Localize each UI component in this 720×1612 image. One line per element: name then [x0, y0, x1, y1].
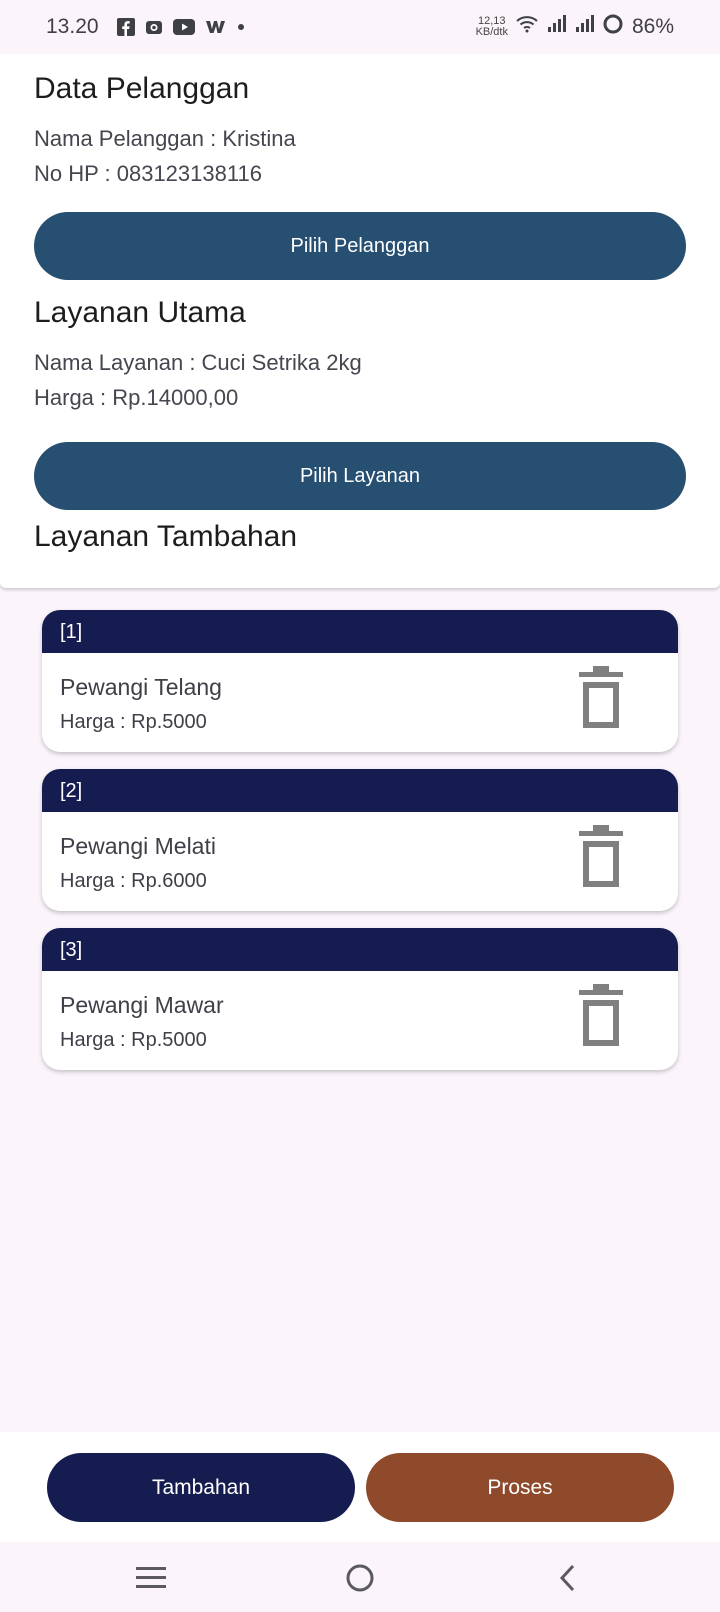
choose-service-button[interactable]: Pilih Layanan — [34, 442, 686, 510]
process-button[interactable]: Proses — [366, 1453, 674, 1522]
delete-icon[interactable] — [577, 825, 625, 889]
system-nav-bar — [0, 1542, 720, 1612]
extra-service-index: [2] — [42, 769, 678, 812]
delete-icon[interactable] — [577, 666, 625, 730]
photos-icon — [145, 18, 163, 36]
facebook-icon — [116, 18, 135, 36]
status-time: 13.20 — [46, 15, 99, 38]
extra-service-name: Pewangi Melati — [60, 833, 216, 859]
status-bar: 13.20 12,13 KB/dtk 86% — [0, 0, 720, 54]
extra-service-card: [1] Pewangi Telang Harga : Rp.5000 — [42, 610, 678, 752]
bottom-action-bar: Tambahan Proses — [0, 1432, 720, 1542]
back-icon[interactable] — [545, 1556, 589, 1600]
customer-section-title: Data Pelanggan — [34, 72, 250, 105]
extra-service-name: Pewangi Mawar — [60, 992, 224, 1018]
webtoon-icon — [205, 19, 227, 35]
order-card: Data Pelanggan Nama Pelanggan : Kristina… — [0, 54, 720, 588]
main-service-name: Nama Layanan : Cuci Setrika 2kg — [34, 350, 362, 375]
signal-icon — [546, 15, 566, 39]
menu-icon[interactable] — [129, 1556, 173, 1600]
network-speed: 12,13 KB/dtk — [475, 15, 508, 38]
battery-percent: 86% — [631, 15, 674, 38]
main-service-price: Harga : Rp.14000,00 — [34, 385, 239, 410]
wifi-icon — [516, 15, 538, 39]
extra-services-section-title: Layanan Tambahan — [34, 520, 297, 553]
choose-customer-button[interactable]: Pilih Pelanggan — [34, 212, 686, 280]
extra-service-index: [1] — [42, 610, 678, 653]
customer-name: Nama Pelanggan : Kristina — [34, 126, 296, 151]
extra-service-price: Harga : Rp.5000 — [60, 711, 207, 733]
extra-service-price: Harga : Rp.6000 — [60, 870, 207, 892]
battery-icon — [602, 13, 624, 41]
main-service-section-title: Layanan Utama — [34, 296, 246, 329]
extra-service-price: Harga : Rp.5000 — [60, 1029, 207, 1051]
home-icon[interactable] — [338, 1556, 382, 1600]
delete-icon[interactable] — [577, 984, 625, 1048]
extra-service-name: Pewangi Telang — [60, 674, 222, 700]
signal-icon-2 — [574, 15, 594, 39]
extra-service-card: [2] Pewangi Melati Harga : Rp.6000 — [42, 769, 678, 911]
dot-icon — [237, 23, 245, 31]
youtube-icon — [172, 19, 195, 35]
extra-service-index: [3] — [42, 928, 678, 971]
extra-service-card: [3] Pewangi Mawar Harga : Rp.5000 — [42, 928, 678, 1070]
add-extra-button[interactable]: Tambahan — [47, 1453, 355, 1522]
customer-phone: No HP : 083123138116 — [34, 161, 262, 186]
